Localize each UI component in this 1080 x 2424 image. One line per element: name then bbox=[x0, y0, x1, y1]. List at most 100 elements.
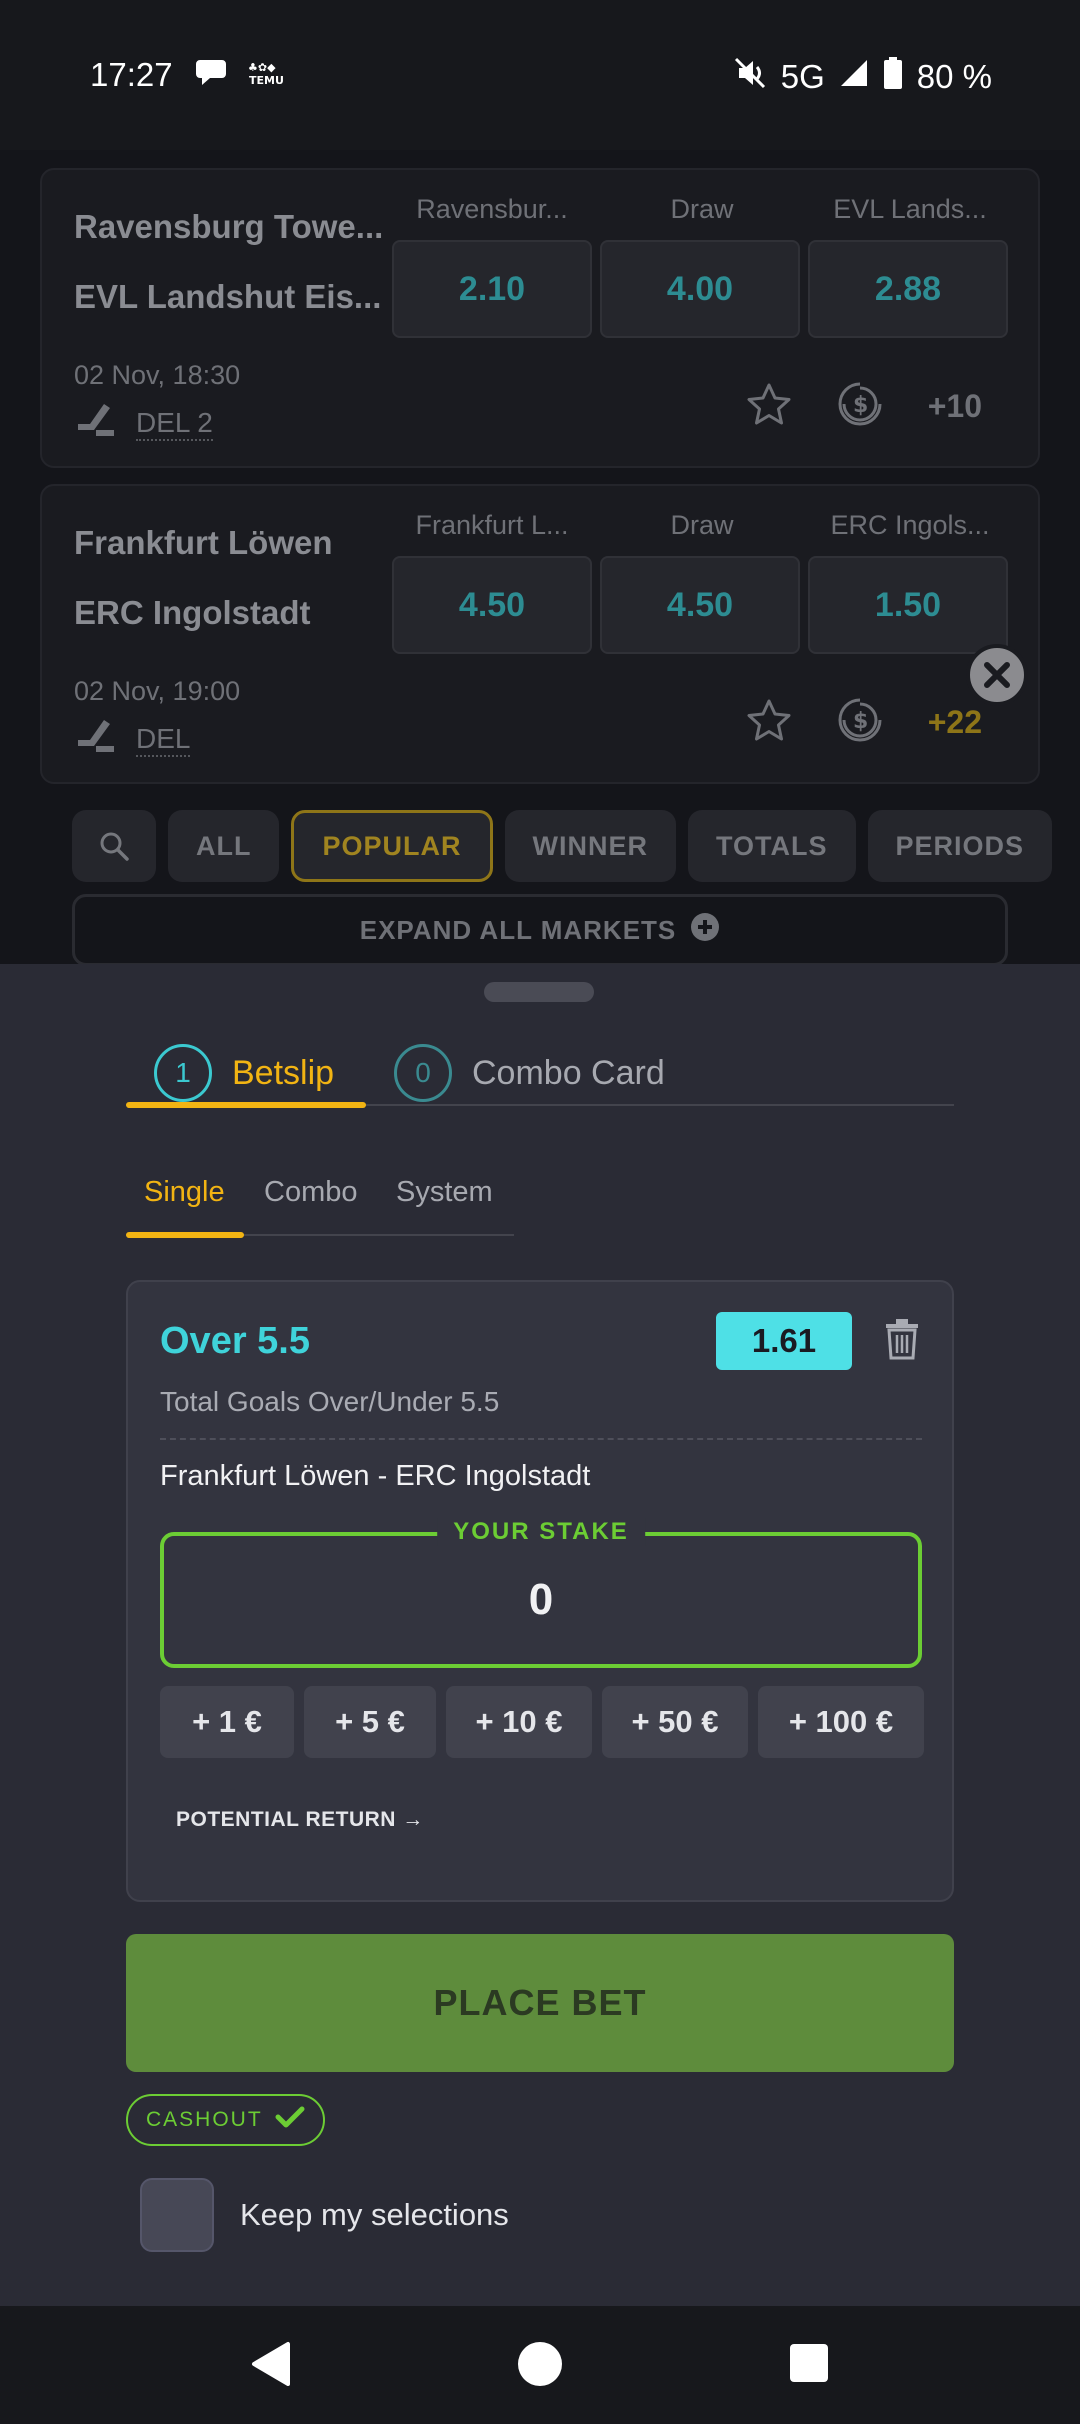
match-datetime: 02 Nov, 19:00 bbox=[74, 676, 241, 706]
away-team: ERC Ingolstadt bbox=[74, 594, 311, 631]
event-list: Ravensburg Towe... EVL Landshut Eis... R… bbox=[0, 150, 1080, 964]
battery-percent: 80 % bbox=[916, 58, 992, 95]
tab-single[interactable]: Single bbox=[144, 1176, 225, 1209]
expand-all-markets-button[interactable]: EXPAND ALL MARKETS bbox=[72, 894, 1008, 964]
cashout-available-icon: $ bbox=[838, 696, 882, 749]
league[interactable]: DEL 2 bbox=[74, 402, 213, 445]
system-nav-bar bbox=[0, 2306, 1080, 2424]
svg-text:TEMU: TEMU bbox=[249, 74, 284, 86]
match-actions: $ +22 bbox=[746, 696, 982, 749]
signal-icon bbox=[839, 58, 869, 96]
quick-stake-50-button[interactable]: + 50 € bbox=[602, 1686, 748, 1758]
keep-selections-checkbox[interactable] bbox=[140, 2178, 214, 2252]
expand-all-label: EXPAND ALL MARKETS bbox=[359, 914, 677, 945]
divider bbox=[160, 1438, 922, 1440]
place-bet-button[interactable]: PLACE BET bbox=[126, 1934, 954, 2072]
home-icon[interactable] bbox=[518, 2342, 562, 2386]
filter-all[interactable]: ALL bbox=[168, 810, 280, 882]
svg-text:$: $ bbox=[853, 393, 868, 418]
search-icon[interactable] bbox=[72, 810, 156, 882]
odds-home-button[interactable]: 2.10 bbox=[392, 240, 592, 338]
favorite-star-icon[interactable] bbox=[746, 698, 792, 747]
odds-home-button[interactable]: 4.50 bbox=[392, 556, 592, 654]
match-card[interactable]: Ravensburg Towe... EVL Landshut Eis... R… bbox=[40, 168, 1040, 468]
match-datetime: 02 Nov, 18:30 bbox=[74, 360, 241, 390]
potential-return: POTENTIAL RETURN → bbox=[176, 1808, 424, 1831]
bet-selection: Over 5.5 bbox=[160, 1320, 310, 1362]
sheet-drag-handle[interactable] bbox=[484, 982, 594, 1002]
quick-stake-1-button[interactable]: + 1 € bbox=[160, 1686, 294, 1758]
away-column-label: EVL Lands... bbox=[833, 194, 987, 224]
match-card[interactable]: Frankfurt Löwen ERC Ingolstadt Frankfurt… bbox=[40, 484, 1040, 784]
home-team: Frankfurt Löwen bbox=[74, 524, 333, 561]
away-column-label: ERC Ingols... bbox=[830, 510, 990, 540]
chat-notification-icon bbox=[196, 58, 230, 93]
home-column-label: Ravensbur... bbox=[416, 194, 568, 224]
network-type: 5G bbox=[780, 58, 825, 95]
battery-icon bbox=[883, 57, 903, 97]
quick-stake-5-button[interactable]: + 5 € bbox=[304, 1686, 436, 1758]
status-indicators: 5G 80 % bbox=[733, 56, 992, 98]
home-team: Ravensburg Towe... bbox=[74, 208, 384, 245]
close-icon[interactable] bbox=[966, 644, 1028, 706]
draw-column-label: Draw bbox=[670, 194, 734, 224]
away-team: EVL Landshut Eis... bbox=[74, 278, 382, 315]
filter-periods[interactable]: PERIODS bbox=[867, 810, 1053, 882]
hockey-stick-icon bbox=[74, 402, 116, 445]
status-bar: 17:27 ♣✿◆ TEMU 5G 80 % bbox=[0, 0, 1080, 150]
keep-selections-label: Keep my selections bbox=[240, 2197, 509, 2232]
trash-icon[interactable] bbox=[884, 1318, 920, 1365]
bet-card: Over 5.5 1.61 Total Goals Over/Under 5.5… bbox=[126, 1280, 954, 1902]
match-actions: $ +10 bbox=[746, 380, 982, 433]
tab-system[interactable]: System bbox=[396, 1176, 493, 1209]
quick-stake-10-button[interactable]: + 10 € bbox=[446, 1686, 592, 1758]
tab-combo-card-label: Combo Card bbox=[472, 1053, 665, 1092]
bet-market: Total Goals Over/Under 5.5 bbox=[160, 1386, 500, 1417]
cashout-badge: CASHOUT bbox=[126, 2094, 325, 2146]
active-tab-indicator bbox=[126, 1102, 366, 1108]
stake-value[interactable]: 0 bbox=[164, 1536, 918, 1664]
favorite-star-icon[interactable] bbox=[746, 382, 792, 431]
checkmark-icon bbox=[275, 2105, 305, 2135]
odds-away-button[interactable]: 2.88 bbox=[808, 240, 1008, 338]
draw-column-label: Draw bbox=[670, 510, 734, 540]
back-icon[interactable] bbox=[250, 2340, 292, 2393]
betslip-sheet: 1 Betslip 0 Combo Card Single Combo Syst… bbox=[0, 964, 1080, 2306]
plus-circle-icon bbox=[690, 912, 720, 949]
more-markets[interactable]: +10 bbox=[928, 388, 982, 425]
mute-icon bbox=[733, 56, 767, 98]
temu-notification-icon: ♣✿◆ TEMU bbox=[248, 60, 288, 91]
tab-combo-card[interactable]: 0 Combo Card bbox=[394, 1044, 665, 1102]
odds-draw-button[interactable]: 4.00 bbox=[600, 240, 800, 338]
filter-popular[interactable]: POPULAR bbox=[291, 810, 493, 882]
betslip-count: 1 bbox=[154, 1044, 212, 1102]
tab-betslip[interactable]: 1 Betslip bbox=[154, 1044, 334, 1102]
tab-combo[interactable]: Combo bbox=[264, 1176, 358, 1209]
svg-text:$: $ bbox=[853, 709, 868, 734]
more-markets[interactable]: +22 bbox=[928, 704, 982, 741]
filter-totals[interactable]: TOTALS bbox=[688, 810, 856, 882]
quick-stake-100-button[interactable]: + 100 € bbox=[758, 1686, 924, 1758]
bet-odds-badge: 1.61 bbox=[716, 1312, 852, 1370]
betslip-tabs: 1 Betslip 0 Combo Card bbox=[126, 1044, 954, 1108]
league[interactable]: DEL bbox=[74, 718, 191, 761]
odds-draw-button[interactable]: 4.50 bbox=[600, 556, 800, 654]
combo-card-count: 0 bbox=[394, 1044, 452, 1102]
league-name[interactable]: DEL 2 bbox=[136, 407, 213, 441]
quick-stake-buttons: + 1 € + 5 € + 10 € + 50 € + 100 € bbox=[160, 1686, 924, 1758]
odds-away-button[interactable]: 1.50 bbox=[808, 556, 1008, 654]
bet-match: Frankfurt Löwen - ERC Ingolstadt bbox=[160, 1460, 591, 1492]
recent-apps-icon[interactable] bbox=[790, 2344, 828, 2382]
status-time: 17:27 bbox=[90, 56, 173, 93]
tab-betslip-label: Betslip bbox=[232, 1053, 335, 1092]
stake-input[interactable]: YOUR STAKE 0 bbox=[160, 1518, 922, 1668]
filter-winner[interactable]: WINNER bbox=[504, 810, 676, 882]
home-column-label: Frankfurt L... bbox=[415, 510, 569, 540]
svg-text:♣✿◆: ♣✿◆ bbox=[248, 61, 276, 74]
market-filters: ALL POPULAR WINNER TOTALS PERIODS bbox=[72, 810, 1053, 882]
cashout-label: CASHOUT bbox=[146, 2108, 263, 2131]
keep-selections[interactable]: Keep my selections bbox=[140, 2178, 509, 2252]
league-name[interactable]: DEL bbox=[136, 723, 191, 757]
active-subtab-indicator bbox=[126, 1232, 244, 1238]
hockey-stick-icon bbox=[74, 718, 116, 761]
